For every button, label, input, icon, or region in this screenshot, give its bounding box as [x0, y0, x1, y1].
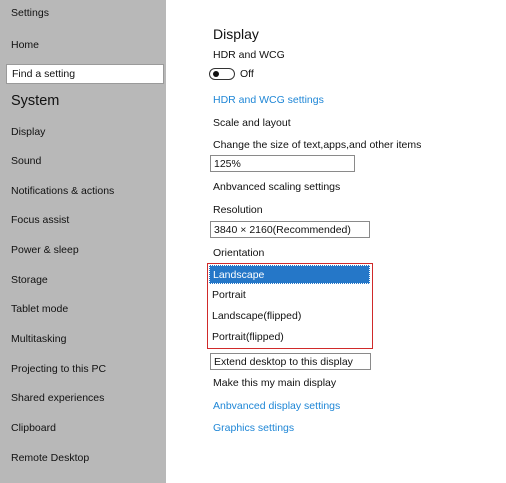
- advanced-scaling-link[interactable]: Anbvanced scaling settings: [213, 181, 340, 193]
- sidebar-item-projecting[interactable]: Projecting to this PC: [11, 363, 106, 375]
- sidebar-item-tablet-mode[interactable]: Tablet mode: [11, 303, 68, 315]
- hdr-settings-link[interactable]: HDR and WCG settings: [213, 94, 324, 106]
- scale-dropdown[interactable]: 125%: [210, 155, 355, 172]
- page-title: Display: [213, 26, 259, 42]
- toggle-knob: [213, 71, 219, 77]
- multiple-displays-dropdown[interactable]: Extend desktop to this display: [210, 353, 371, 370]
- sidebar-item-multitasking[interactable]: Multitasking: [11, 333, 66, 345]
- sidebar-item-focus-assist[interactable]: Focus assist: [11, 214, 69, 226]
- scale-layout-heading: Scale and layout: [213, 117, 291, 129]
- search-input[interactable]: Find a setting: [6, 64, 164, 84]
- hdr-toggle-state: Off: [240, 68, 254, 80]
- orientation-option-portrait[interactable]: Portrait: [209, 286, 370, 305]
- resolution-dropdown[interactable]: 3840 × 2160(Recommended): [210, 221, 370, 238]
- sidebar-item-notifications[interactable]: Notifications & actions: [11, 185, 114, 197]
- sidebar-section-title: System: [11, 93, 60, 109]
- sidebar-header: Settings: [11, 7, 49, 19]
- sidebar-item-power-sleep[interactable]: Power & sleep: [11, 244, 79, 256]
- orientation-option-portrait-flipped[interactable]: Portrait(flipped): [209, 328, 370, 347]
- sidebar-item-remote-desktop[interactable]: Remote Desktop: [11, 452, 89, 464]
- sidebar-item-storage[interactable]: Storage: [11, 274, 48, 286]
- orientation-label: Orientation: [213, 247, 265, 259]
- sidebar-item-sound[interactable]: Sound: [11, 155, 41, 167]
- sidebar-item-display[interactable]: Display: [11, 126, 45, 138]
- orientation-option-landscape-flipped[interactable]: Landscape(flipped): [209, 307, 370, 326]
- resolution-label: Resolution: [213, 204, 263, 216]
- advanced-display-link[interactable]: Anbvanced display settings: [213, 400, 340, 412]
- main-display-checkbox-label[interactable]: Make this my main display: [213, 377, 336, 389]
- orientation-option-landscape[interactable]: Landscape: [209, 265, 370, 284]
- scale-size-label: Change the size of text,apps,and other i…: [213, 139, 422, 151]
- hdr-heading: HDR and WCG: [213, 49, 285, 61]
- sidebar-item-clipboard[interactable]: Clipboard: [11, 422, 56, 434]
- orientation-dropdown-list: Landscape Portrait Landscape(flipped) Po…: [207, 263, 373, 349]
- graphics-settings-link[interactable]: Graphics settings: [213, 422, 294, 434]
- hdr-toggle[interactable]: [209, 68, 235, 80]
- sidebar-item-shared-experiences[interactable]: Shared experiences: [11, 392, 104, 404]
- sidebar: Settings Home Find a setting System Disp…: [0, 0, 166, 483]
- sidebar-item-home[interactable]: Home: [11, 39, 39, 51]
- main-content: Display HDR and WCG Off HDR and WCG sett…: [166, 0, 506, 483]
- search-input-value: Find a setting: [12, 68, 76, 80]
